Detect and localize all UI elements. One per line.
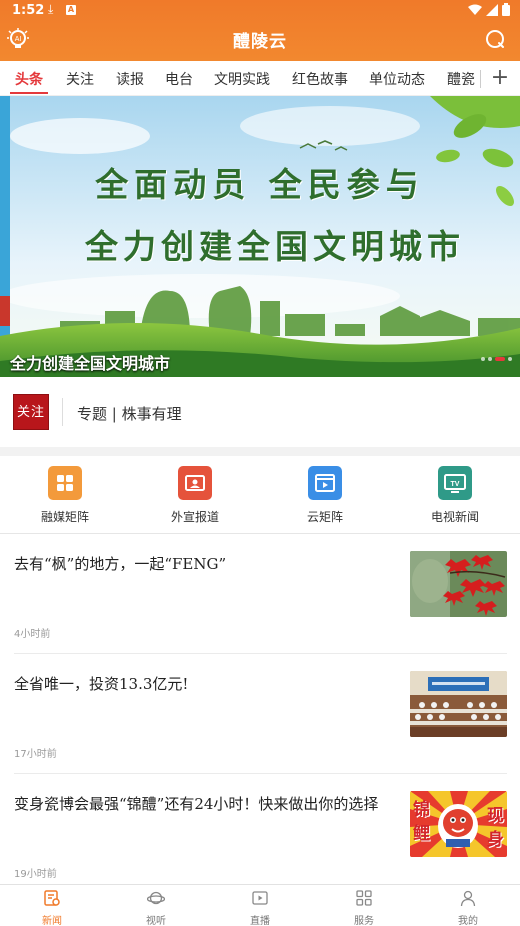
tab-newspaper[interactable]: 读报 <box>116 69 144 89</box>
wifi-icon <box>468 4 482 15</box>
thumb-text-left-bottom: 鲤 <box>413 824 430 844</box>
svg-text:TV: TV <box>451 481 460 488</box>
battery-icon <box>502 3 510 16</box>
category-tabs: 头条 关注 读报 电台 文明实践 红色故事 单位动态 醴瓷 + <box>0 61 520 96</box>
topic-follow-row[interactable]: 关注 专题 | 株事有理 <box>0 377 520 447</box>
search-icon[interactable] <box>484 28 506 50</box>
status-bar: 1:52 ⤓ A <box>0 0 520 22</box>
quick-link-label: 电视新闻 <box>430 510 479 524</box>
nav-live[interactable]: 直播 <box>230 889 290 926</box>
grid-icon <box>48 466 82 500</box>
person-icon <box>460 890 476 907</box>
thumb-text-right-bottom: 身 <box>487 830 504 850</box>
news-item[interactable]: 全省唯一，投资13.3亿元! 17小时前 <box>0 655 520 775</box>
nav-services[interactable]: 服务 <box>334 889 394 926</box>
nav-label: 服务 <box>354 916 374 926</box>
news-time: 17小时前 <box>14 749 57 760</box>
nav-audio-video[interactable]: 视听 <box>126 889 186 926</box>
tab-follow[interactable]: 关注 <box>66 69 94 89</box>
banner-caption: 全力创建全国文明城市 <box>10 354 171 373</box>
quick-link-external-reports[interactable]: 外宣报道 <box>145 466 245 528</box>
news-time: 19小时前 <box>14 869 57 880</box>
quick-links: 融媒矩阵 外宣报道 云矩阵 TV 电视新闻 <box>0 456 520 534</box>
tab-headlines[interactable]: 头条 <box>15 69 43 89</box>
report-icon <box>178 466 212 500</box>
news-thumbnail[interactable] <box>410 551 507 617</box>
news-divider <box>14 653 507 654</box>
news-item[interactable]: 变身瓷博会最强“锦醴”还有24小时！快来做出你的选择 19小时前 锦 鲤 现 身 <box>0 775 520 895</box>
app-header: 1:52 ⤓ A AI 醴陵云 <box>0 0 520 61</box>
nav-profile[interactable]: 我的 <box>438 889 498 926</box>
news-title[interactable]: 全省唯一，投资13.3亿元! <box>14 673 399 696</box>
carousel-dot <box>481 357 485 361</box>
tab-red-stories[interactable]: 红色故事 <box>292 69 348 89</box>
tab-unit-news[interactable]: 单位动态 <box>369 69 425 89</box>
tab-porcelain[interactable]: 醴瓷 <box>447 69 475 89</box>
tab-radio[interactable]: 电台 <box>165 69 193 89</box>
quick-link-cloud-matrix[interactable]: 云矩阵 <box>275 466 375 528</box>
news-divider <box>14 773 507 774</box>
news-thumbnail[interactable]: 锦 鲤 现 身 <box>410 791 507 857</box>
tab-divider <box>480 70 481 88</box>
section-gap <box>0 447 520 456</box>
film-icon <box>308 466 342 500</box>
nav-news[interactable]: 新闻 <box>22 889 82 926</box>
carousel-dot <box>488 357 492 361</box>
topic-text[interactable]: 专题 | 株事有理 <box>77 403 182 424</box>
thumb-text-right-top: 现 <box>487 806 504 826</box>
play-icon <box>252 891 268 905</box>
apps-icon <box>356 890 372 906</box>
banner-carousel[interactable]: 全面动员 全民参与 全力创建全国文明城市 全力创建全国文明城市 <box>0 96 520 377</box>
carousel-dot <box>508 357 512 361</box>
news-thumbnail[interactable] <box>410 671 507 737</box>
nav-label: 直播 <box>250 916 270 926</box>
tab-row: 头条 关注 读报 电台 文明实践 红色故事 单位动态 醴瓷 <box>0 61 476 96</box>
app-title: 醴陵云 <box>233 32 287 52</box>
news-title[interactable]: 变身瓷博会最强“锦醴”还有24小时！快来做出你的选择 <box>14 793 399 816</box>
status-icons <box>468 3 510 16</box>
news-title[interactable]: 去有“枫”的地方，一起“FENG” <box>14 553 399 576</box>
active-tab-indicator <box>10 92 48 94</box>
download-icon: ⤓ <box>48 2 54 16</box>
news-item[interactable]: 去有“枫”的地方，一起“FENG” 4小时前 <box>0 535 520 655</box>
signal-icon <box>486 3 498 16</box>
banner-headline-1: 全面动员 全民参与 <box>95 165 425 204</box>
carousel-dot-active <box>495 357 505 361</box>
tab-civilization[interactable]: 文明实践 <box>214 69 270 89</box>
status-time: 1:52 <box>12 3 45 18</box>
follow-divider <box>62 398 63 426</box>
add-tab-icon[interactable]: + <box>489 65 511 91</box>
banner-headline-2: 全力创建全国文明城市 <box>85 227 465 266</box>
quick-link-tv-news[interactable]: TV 电视新闻 <box>405 466 505 528</box>
news-icon <box>44 890 60 906</box>
thumb-text-left-top: 锦 <box>413 800 430 820</box>
quick-link-label: 云矩阵 <box>306 510 343 524</box>
carousel-indicator <box>481 357 512 361</box>
quick-link-label: 外宣报道 <box>170 510 219 524</box>
tv-icon: TV <box>438 466 472 500</box>
planet-icon <box>146 891 166 905</box>
follow-badge: 关注 <box>13 394 49 430</box>
nav-label: 我的 <box>458 916 478 926</box>
quick-link-label: 融媒矩阵 <box>40 510 89 524</box>
news-time: 4小时前 <box>14 629 51 640</box>
notification-a-icon: A <box>66 5 76 15</box>
bottom-navigation: 新闻 视听 直播 服务 我的 <box>0 884 520 926</box>
nav-label: 新闻 <box>42 916 62 926</box>
nav-label: 视听 <box>146 916 166 926</box>
quick-link-media-matrix[interactable]: 融媒矩阵 <box>15 466 115 528</box>
